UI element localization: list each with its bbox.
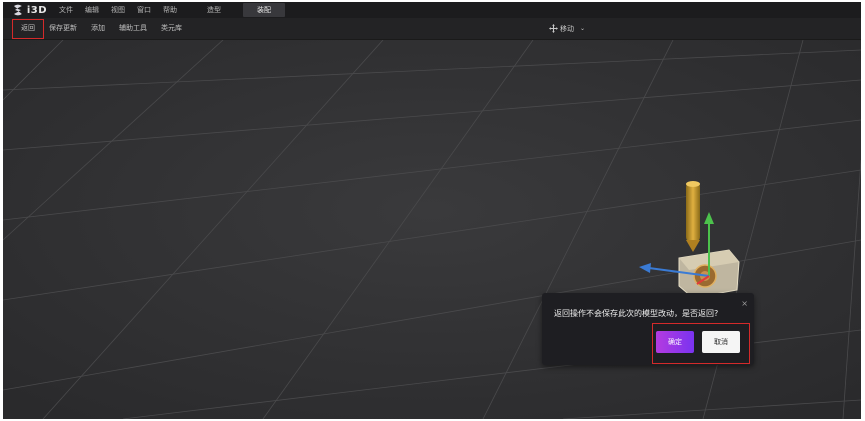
back-button-highlight xyxy=(12,19,44,39)
aux-tools-button[interactable]: 辅助工具 xyxy=(119,18,147,39)
menu-window[interactable]: 窗口 xyxy=(137,2,151,18)
logo-text: i3D xyxy=(26,4,47,16)
add-button[interactable]: 添加 xyxy=(91,18,105,39)
menu-view[interactable]: 视图 xyxy=(111,2,125,18)
library-button[interactable]: 类元库 xyxy=(161,18,182,39)
move-icon xyxy=(549,24,558,33)
menu-file[interactable]: 文件 xyxy=(59,2,73,18)
transform-mode-label: 移动 xyxy=(560,24,574,33)
menu-bar: i3D 文件 编辑 视图 窗口 帮助 造型 装配 xyxy=(3,2,861,18)
app-window: i3D 文件 编辑 视图 窗口 帮助 造型 装配 返回 保存更新 添加 辅助工具… xyxy=(3,2,861,419)
logo-icon xyxy=(13,4,22,16)
menu-edit[interactable]: 编辑 xyxy=(85,2,99,18)
chevron-down-icon: ⌄ xyxy=(580,25,586,32)
app-logo: i3D xyxy=(11,2,47,18)
tab-assembly[interactable]: 装配 xyxy=(243,3,285,17)
menu-help[interactable]: 帮助 xyxy=(163,2,177,18)
dialog-message: 返回操作不会保存此次的模型改动，是否返回? xyxy=(554,309,719,318)
close-icon[interactable]: × xyxy=(741,300,748,308)
dialog-buttons-highlight xyxy=(652,323,750,364)
save-update-button[interactable]: 保存更新 xyxy=(49,18,77,39)
tab-modeling[interactable]: 造型 xyxy=(201,2,227,18)
transform-mode-select[interactable]: 移动 ⌄ xyxy=(549,18,585,39)
toolbar: 返回 保存更新 添加 辅助工具 类元库 xyxy=(3,18,861,40)
